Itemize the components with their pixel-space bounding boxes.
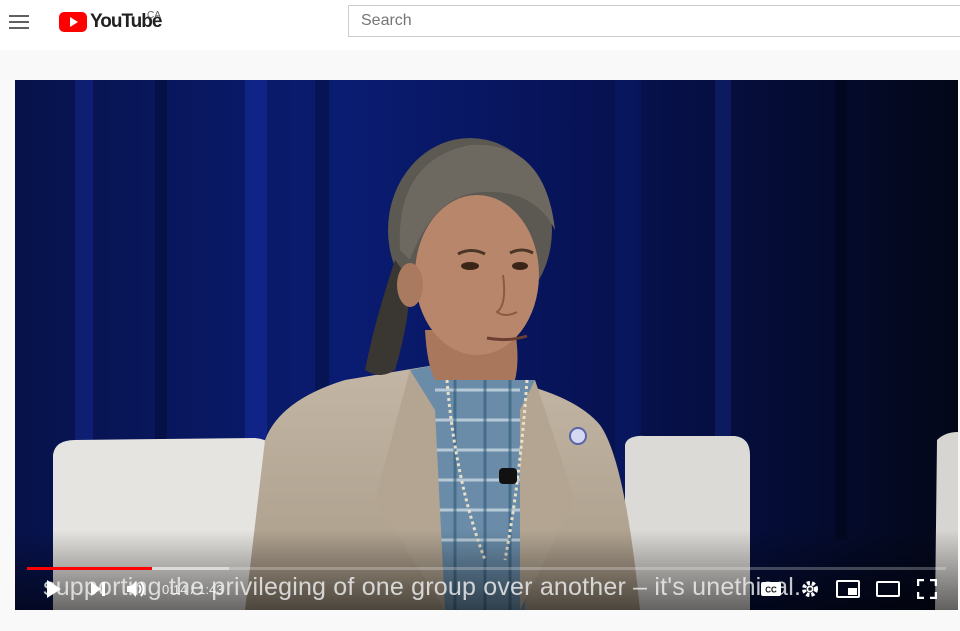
top-bar: YouTube CA bbox=[0, 0, 960, 50]
mute-button[interactable] bbox=[125, 578, 149, 600]
duration: 1:43 bbox=[198, 582, 224, 597]
cc-label: CC bbox=[765, 586, 777, 595]
region-code: CA bbox=[147, 10, 161, 21]
search-input[interactable] bbox=[349, 6, 960, 36]
closed-caption-text: supporting the privileging of one group … bbox=[43, 573, 802, 601]
menu-icon[interactable] bbox=[9, 13, 31, 31]
video-player[interactable]: supporting the privileging of one group … bbox=[15, 80, 958, 610]
play-icon bbox=[47, 580, 61, 598]
progress-played bbox=[27, 567, 152, 570]
theater-mode-button[interactable] bbox=[875, 578, 901, 600]
play-button[interactable] bbox=[43, 578, 65, 600]
captions-button[interactable]: CC bbox=[759, 578, 783, 600]
current-time: 0:14 bbox=[162, 582, 188, 597]
time-separator: / bbox=[187, 582, 199, 597]
cc-icon: CC bbox=[761, 582, 781, 596]
miniplayer-icon bbox=[836, 580, 860, 598]
next-button[interactable] bbox=[87, 578, 109, 600]
fullscreen-button[interactable] bbox=[915, 578, 939, 600]
progress-bar[interactable] bbox=[27, 567, 946, 570]
miniplayer-button[interactable] bbox=[835, 578, 861, 600]
search-box[interactable] bbox=[348, 5, 960, 37]
next-icon bbox=[91, 582, 105, 596]
youtube-play-icon bbox=[59, 12, 87, 32]
time-display: 0:14 / 1:43 bbox=[162, 582, 223, 597]
gear-icon bbox=[802, 581, 818, 597]
volume-icon bbox=[127, 581, 145, 597]
theater-icon bbox=[876, 581, 900, 597]
fullscreen-icon bbox=[917, 579, 937, 599]
settings-button[interactable] bbox=[799, 578, 821, 600]
